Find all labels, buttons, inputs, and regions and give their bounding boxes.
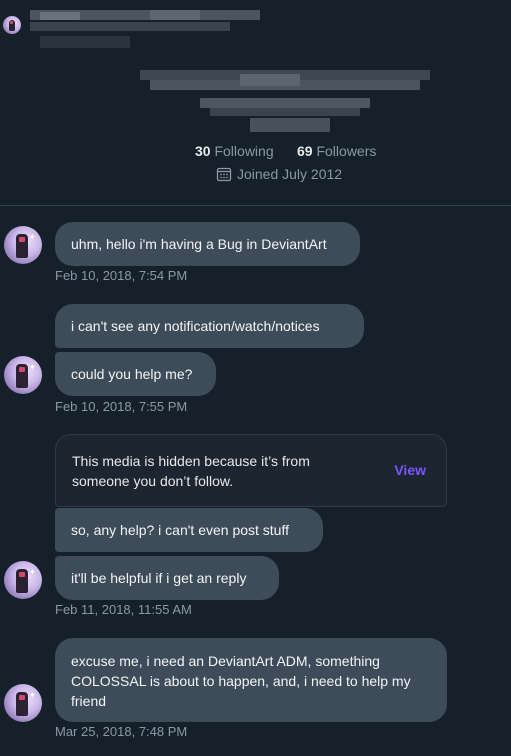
message-text: it'll be helpful if i get an reply xyxy=(71,570,247,586)
message-bubble[interactable]: it'll be helpful if i get an reply xyxy=(55,556,279,600)
header-avatar[interactable] xyxy=(3,16,21,34)
pixel-block xyxy=(210,108,360,116)
sparkle-icon: ✦ xyxy=(28,232,36,242)
message-text: excuse me, i need an DeviantArt ADM, som… xyxy=(71,653,411,709)
divider xyxy=(0,205,511,206)
pixel-block xyxy=(30,22,230,31)
pixel-block xyxy=(250,118,330,132)
calendar-icon xyxy=(216,167,232,182)
message-timestamp: Feb 10, 2018, 7:54 PM xyxy=(55,268,188,283)
following-count: 30 xyxy=(195,143,211,159)
joined-date: Joined July 2012 xyxy=(216,166,342,182)
followers-label: Followers xyxy=(316,143,377,159)
message-bubble[interactable]: so, any help? i can't even post stuff xyxy=(55,508,323,552)
pixel-block xyxy=(240,74,300,86)
following-label: Following xyxy=(214,143,274,159)
pixel-block xyxy=(40,12,80,20)
message-text: i can't see any notification/watch/notic… xyxy=(71,318,320,334)
message-text: could you help me? xyxy=(71,366,193,382)
avatar-face xyxy=(10,21,13,24)
followers-stat[interactable]: 69 Followers xyxy=(297,143,376,159)
hidden-media-card: This media is hidden because it’s from s… xyxy=(55,434,447,507)
avatar-face xyxy=(19,695,25,700)
message-bubble[interactable]: uhm, hello i'm having a Bug in DeviantAr… xyxy=(55,222,360,266)
message-timestamp: Feb 10, 2018, 7:55 PM xyxy=(55,399,188,414)
following-stat[interactable]: 30 Following xyxy=(195,143,274,159)
message-text: so, any help? i can't even post stuff xyxy=(71,522,289,538)
message-bubble[interactable]: i can't see any notification/watch/notic… xyxy=(55,304,364,348)
hidden-media-text: This media is hidden because it’s from s… xyxy=(72,453,310,489)
pixel-block xyxy=(40,36,130,48)
message-timestamp: Feb 11, 2018, 11:55 AM xyxy=(55,602,192,617)
message-bubble[interactable]: excuse me, i need an DeviantArt ADM, som… xyxy=(55,638,447,722)
message-timestamp: Mar 25, 2018, 7:48 PM xyxy=(55,724,188,739)
avatar-face xyxy=(19,237,25,242)
sender-avatar[interactable]: ✦ xyxy=(4,561,42,599)
avatar-face xyxy=(19,367,25,372)
joined-label: Joined July 2012 xyxy=(237,166,343,182)
followers-count: 69 xyxy=(297,143,313,159)
sender-avatar[interactable]: ✦ xyxy=(4,356,42,394)
pixel-block xyxy=(200,98,370,108)
sparkle-icon: ✦ xyxy=(28,362,36,372)
sparkle-icon: ✦ xyxy=(28,690,36,700)
pixel-block xyxy=(150,10,200,20)
sender-avatar[interactable]: ✦ xyxy=(4,226,42,264)
sender-avatar[interactable]: ✦ xyxy=(4,684,42,722)
avatar-face xyxy=(19,572,25,577)
sparkle-icon: ✦ xyxy=(28,567,36,577)
message-text: uhm, hello i'm having a Bug in DeviantAr… xyxy=(71,236,327,252)
view-media-button[interactable]: View xyxy=(394,462,426,478)
message-bubble[interactable]: could you help me? xyxy=(55,352,216,396)
